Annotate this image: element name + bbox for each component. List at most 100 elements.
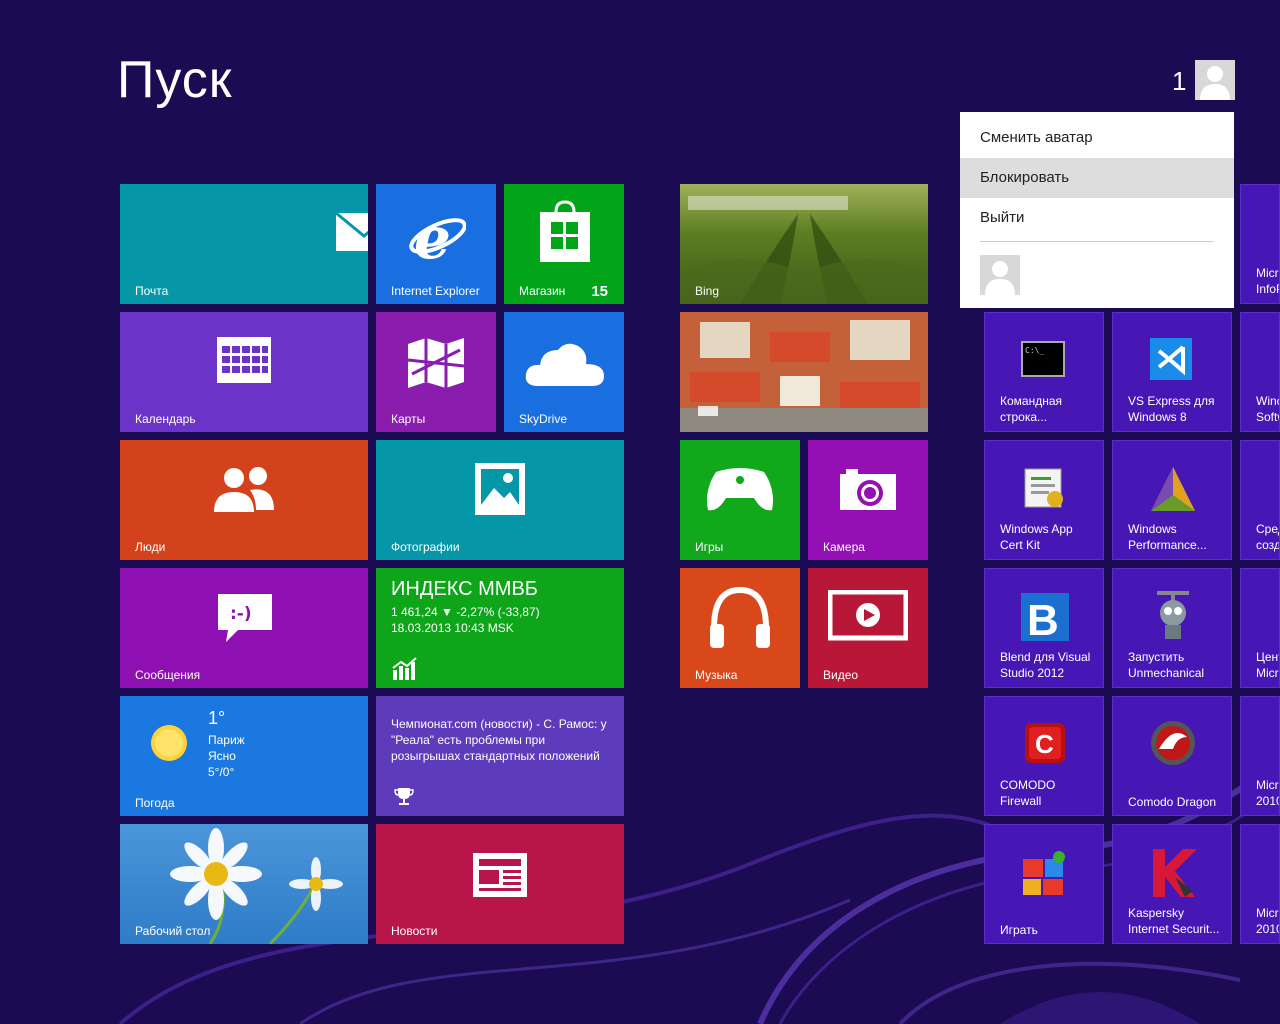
tile-label: Средсозд	[1256, 522, 1280, 552]
tile-label: ЦентMicro	[1256, 650, 1279, 680]
tile-camera[interactable]: Камера	[808, 440, 928, 560]
weather-condition: Ясно	[208, 749, 236, 763]
camera-icon	[840, 469, 896, 510]
weather-range: 5°/0°	[208, 765, 235, 779]
sign-out-menu-item[interactable]: Выйти	[960, 198, 1234, 238]
tile-weather[interactable]: 1° Париж Ясно 5°/0° Погода	[120, 696, 368, 816]
tile-label: Видео	[823, 668, 859, 682]
tile-label: Музыка	[695, 668, 738, 682]
tile-maps[interactable]: Карты	[376, 312, 496, 432]
tile-app-partial[interactable]: Micr2010	[1240, 696, 1280, 816]
finance-title: ИНДЕКС ММВБ	[391, 578, 538, 600]
calendar-icon	[217, 337, 271, 383]
messaging-icon: :-)	[218, 594, 272, 642]
performance-toolkit-icon	[1151, 467, 1195, 511]
tile-label: Bing	[695, 284, 720, 298]
tile-label: Windows App Cert Kit	[1000, 522, 1073, 552]
tile-photos[interactable]: Фотографии	[376, 440, 624, 560]
tile-app-blend[interactable]: B Blend для Visual Studio 2012	[984, 568, 1104, 688]
tile-label: Micr2010	[1256, 906, 1279, 936]
tile-label: COMODO Firewall	[1000, 778, 1056, 808]
tile-label: Играть	[1000, 923, 1038, 937]
visual-studio-icon	[1150, 338, 1192, 380]
tile-news[interactable]: Новости	[376, 824, 624, 944]
tile-label: Новости	[391, 924, 438, 938]
newspaper-icon	[473, 853, 527, 897]
tile-app-partial[interactable]: MicrInfoP	[1240, 184, 1280, 304]
change-avatar-menu-item[interactable]: Сменить аватар	[960, 118, 1234, 158]
kaspersky-icon	[1153, 849, 1197, 897]
finance-chart-icon	[392, 657, 417, 680]
tile-calendar[interactable]: Календарь	[120, 312, 368, 432]
tile-music[interactable]: Музыка	[680, 568, 800, 688]
photos-icon	[475, 463, 525, 515]
trophy-icon	[394, 788, 414, 805]
svg-text::-): :-)	[230, 604, 252, 624]
lock-menu-item[interactable]: Блокировать	[960, 158, 1234, 198]
tile-label: Календарь	[135, 412, 196, 426]
tile-store[interactable]: Магазин 15	[504, 184, 624, 304]
tile-internet-explorer[interactable]: e Internet Explorer	[376, 184, 496, 304]
tile-app-partial[interactable]: WincSoftw	[1240, 312, 1280, 432]
tile-label: Kaspersky Internet Securit...	[1128, 906, 1220, 936]
tile-label: Почта	[135, 284, 169, 298]
svg-text:C:\_: C:\_	[1025, 346, 1044, 355]
tile-app-comodo-firewall[interactable]: C COMODO Firewall	[984, 696, 1104, 816]
tile-label: Сообщения	[135, 668, 201, 682]
tile-label: Магазин	[519, 284, 566, 298]
tile-label: VS Express для Windows 8	[1128, 394, 1215, 424]
sports-headline: Чемпионат.com (новости) - С. Рамос: у "Р…	[391, 717, 607, 763]
tile-label: Карты	[391, 412, 426, 426]
tile-messages[interactable]: :-) Сообщения	[120, 568, 368, 688]
tile-app-cert-kit[interactable]: Windows App Cert Kit	[984, 440, 1104, 560]
tile-label: Comodo Dragon	[1128, 795, 1217, 809]
user-avatar-button[interactable]	[1195, 60, 1235, 100]
video-icon	[828, 590, 908, 641]
tile-desktop[interactable]: Рабочий стол	[120, 824, 368, 944]
tile-app-performance[interactable]: Windows Performance...	[1112, 440, 1232, 560]
tile-skydrive[interactable]: SkyDrive	[504, 312, 624, 432]
city-rooftops-image	[680, 312, 928, 432]
tile-app-unmechanical[interactable]: Запустить Unmechanical	[1112, 568, 1232, 688]
store-badge: 15	[591, 283, 608, 300]
tile-label: WincSoftw	[1256, 394, 1279, 424]
command-prompt-icon: C:\_	[1021, 341, 1065, 377]
tile-mail[interactable]: Почта	[120, 184, 368, 304]
other-user-avatar[interactable]	[980, 255, 1020, 295]
certificate-icon	[1024, 468, 1063, 508]
tile-sports[interactable]: Чемпионат.com (новости) - С. Рамос: у "Р…	[376, 696, 624, 816]
tile-travel-photo[interactable]	[680, 312, 928, 432]
tile-video[interactable]: Видео	[808, 568, 928, 688]
tile-games[interactable]: Игры	[680, 440, 800, 560]
start-title: Пуск	[117, 51, 233, 109]
tile-app-partial[interactable]: Micr2010	[1240, 824, 1280, 944]
tile-app-kaspersky[interactable]: Kaspersky Internet Securit...	[1112, 824, 1232, 944]
tile-label: Blend для Visual Studio 2012	[1000, 650, 1091, 680]
tile-label: Запустить Unmechanical	[1128, 650, 1205, 680]
people-icon	[214, 467, 274, 512]
weather-temperature: 1°	[208, 708, 226, 728]
tile-label: Командная строка...	[1000, 394, 1063, 424]
tile-app-vs-express[interactable]: VS Express для Windows 8	[1112, 312, 1232, 432]
cloud-icon	[525, 343, 604, 386]
tile-finance[interactable]: ИНДЕКС ММВБ 1 461,24 ▼ -2,27% (-33,87) 1…	[376, 568, 624, 688]
user-account-menu: Сменить аватар Блокировать Выйти	[958, 110, 1236, 310]
game-icon	[1023, 851, 1065, 895]
svg-text:C: C	[1035, 729, 1054, 759]
tile-bing[interactable]: Bing	[680, 184, 928, 304]
store-bag-icon	[540, 200, 590, 262]
tile-app-play[interactable]: Играть	[984, 824, 1104, 944]
tile-app-command-prompt[interactable]: C:\_ Командная строка...	[984, 312, 1104, 432]
tile-app-partial[interactable]: ЦентMicro	[1240, 568, 1280, 688]
robot-icon	[1157, 591, 1189, 639]
tile-app-comodo-dragon[interactable]: Comodo Dragon	[1112, 696, 1232, 816]
weather-city: Париж	[208, 733, 245, 747]
comodo-dragon-icon	[1151, 721, 1195, 765]
user-silhouette-icon	[1200, 66, 1230, 100]
tile-label: Люди	[135, 540, 166, 554]
tile-label: Рабочий стол	[135, 924, 211, 938]
tile-people[interactable]: Люди	[120, 440, 368, 560]
headphones-icon	[710, 586, 770, 648]
tile-app-partial[interactable]: Средсозд	[1240, 440, 1280, 560]
xbox-controller-icon	[707, 468, 773, 511]
